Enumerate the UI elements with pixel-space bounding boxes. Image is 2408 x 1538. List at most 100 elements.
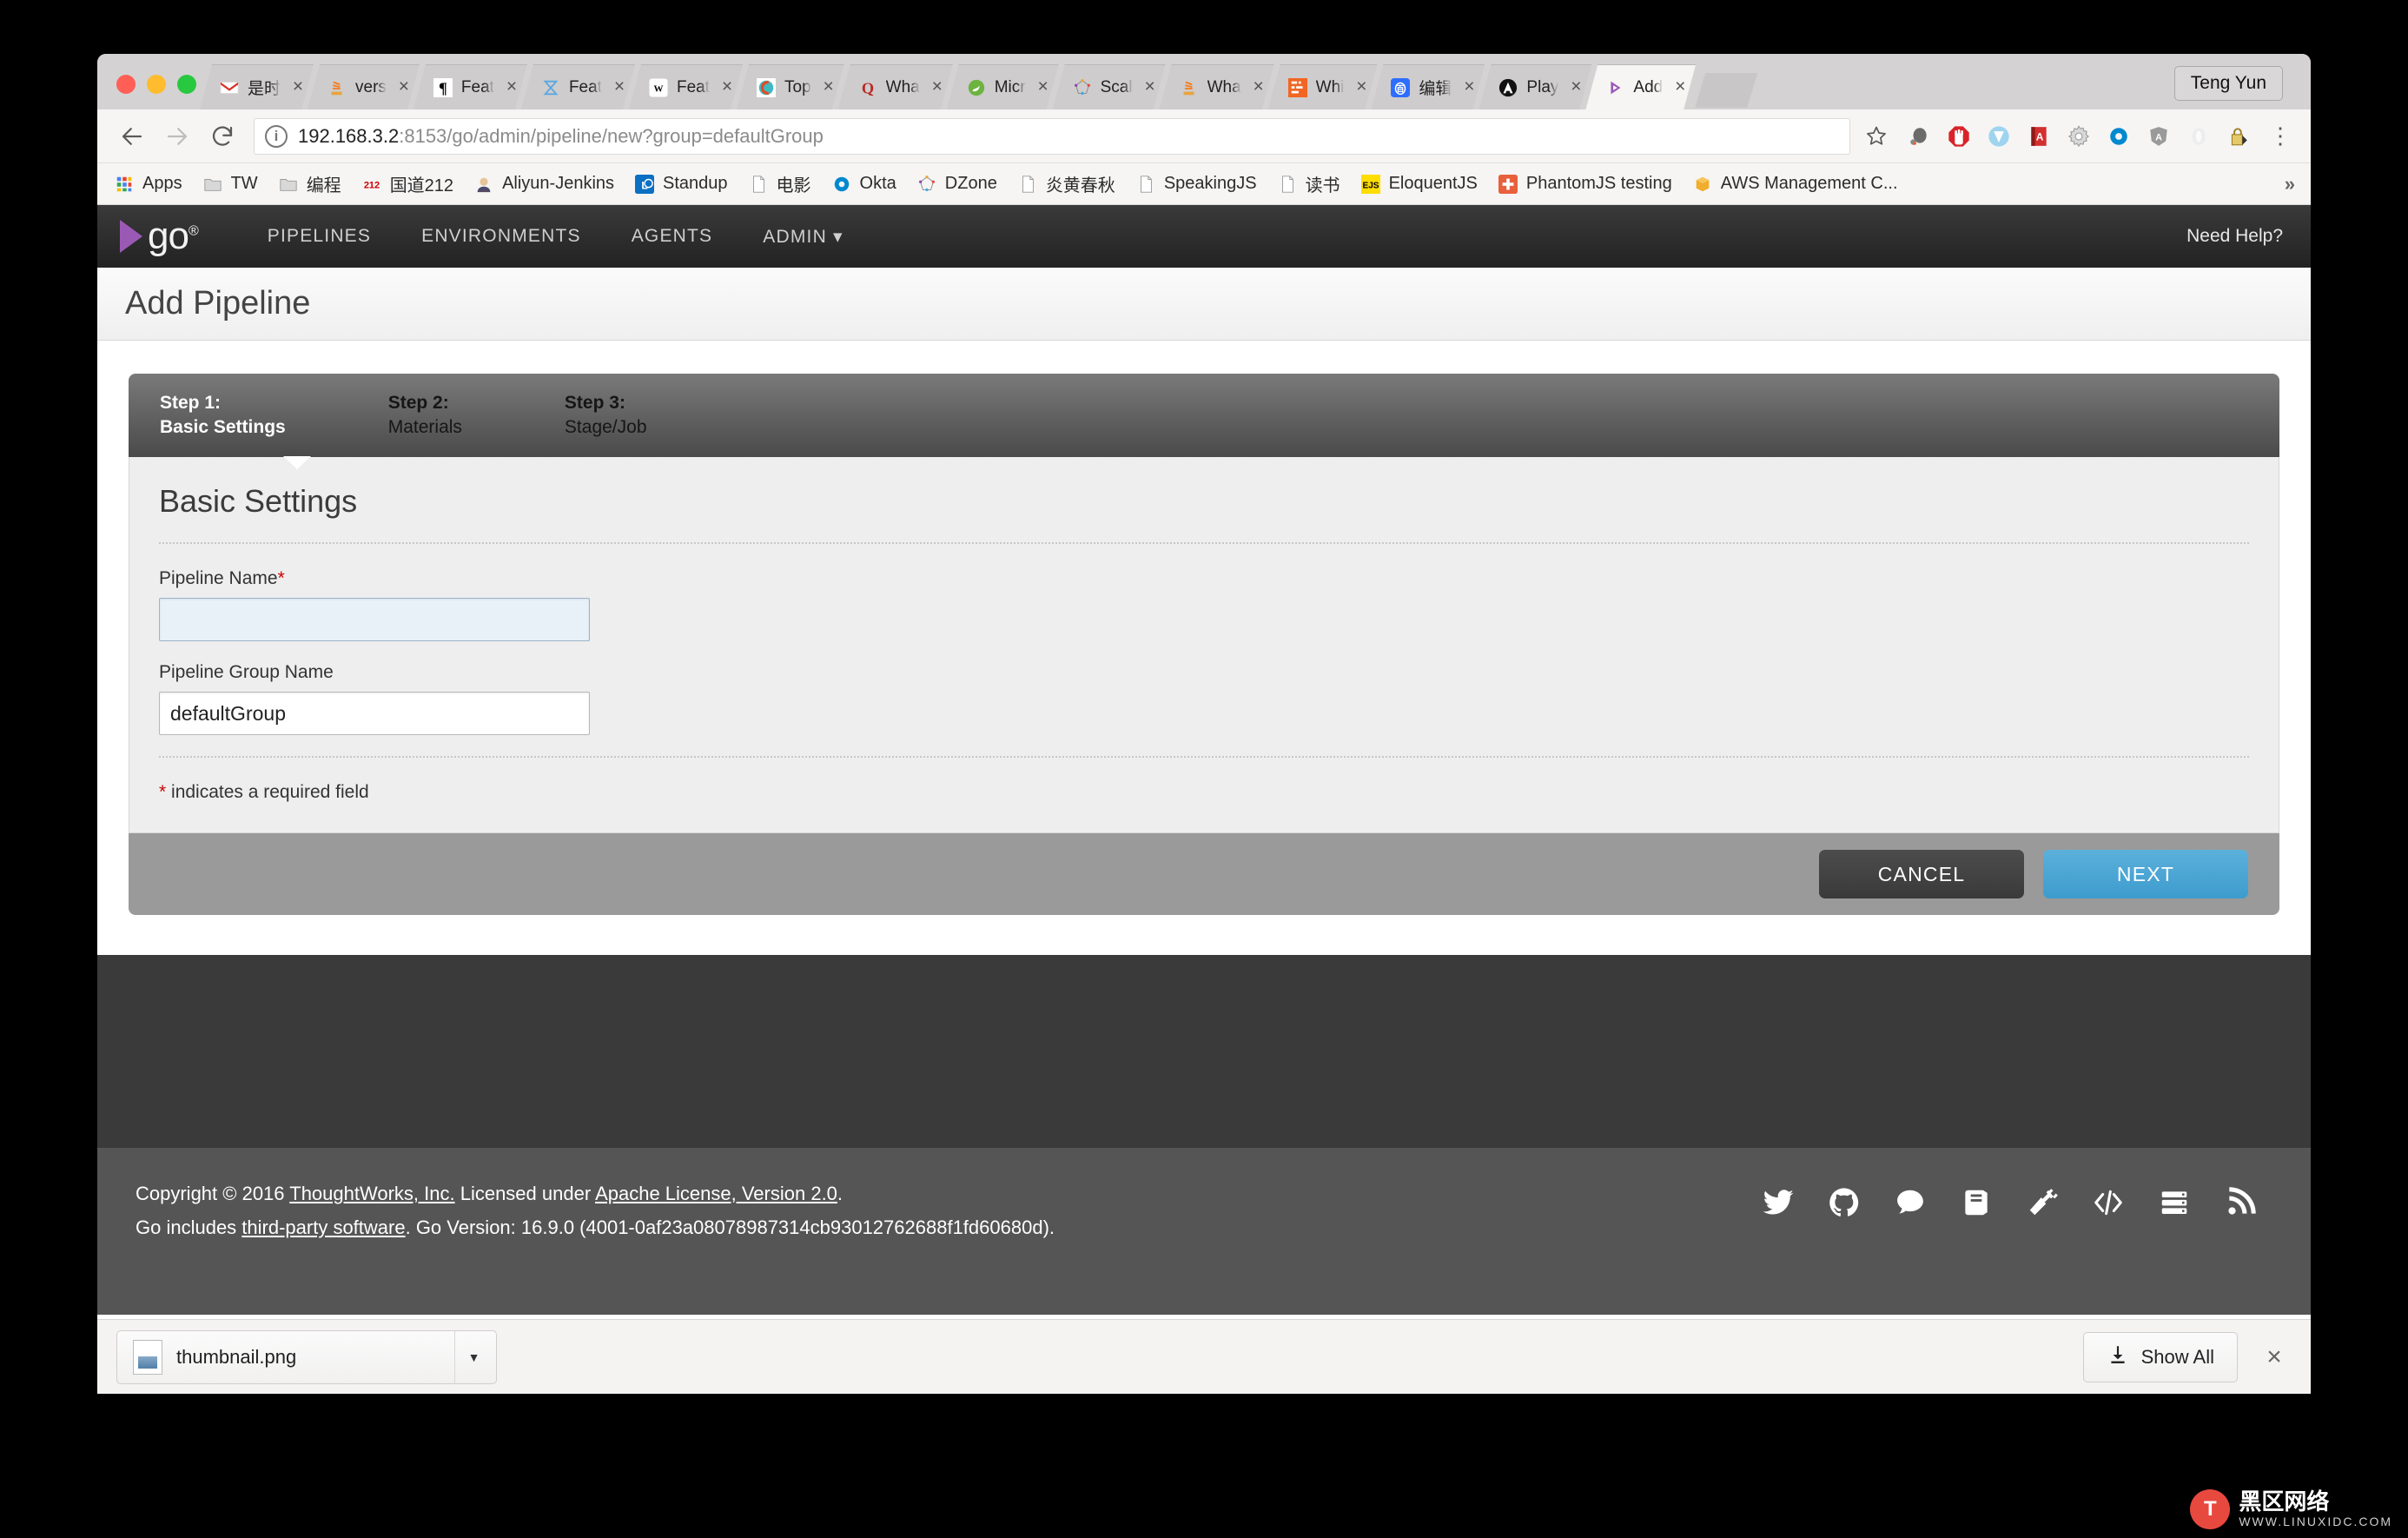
browser-tab[interactable]: Top × (737, 64, 844, 109)
tab-close-icon[interactable]: × (1250, 79, 1267, 96)
bookmark-item[interactable]: Apps (113, 173, 182, 196)
spring-icon (966, 77, 987, 98)
bookmarks-overflow-button[interactable]: » (2285, 173, 2295, 196)
maximize-window-button[interactable] (177, 75, 196, 94)
step-tab-stage-job[interactable]: Step 3: Stage/Job (565, 391, 647, 441)
tab-close-icon[interactable]: × (503, 79, 520, 96)
close-download-shelf-button[interactable]: × (2257, 1342, 2292, 1372)
bookmark-label: 电影 (776, 176, 811, 196)
vimeo-icon[interactable] (1986, 123, 2012, 149)
browser-tab[interactable]: Q Wha × (838, 64, 953, 109)
plugin-icon[interactable] (2024, 1184, 2061, 1221)
browser-tab[interactable]: Micr × (947, 64, 1059, 109)
thoughtworks-link[interactable]: ThoughtWorks, Inc. (289, 1183, 454, 1204)
new-tab-button[interactable] (1695, 73, 1757, 108)
bookmark-item[interactable]: PhantomJS testing (1497, 173, 1672, 196)
minimize-window-button[interactable] (147, 75, 166, 94)
tab-close-icon[interactable]: × (1035, 79, 1052, 96)
nav-item-pipelines[interactable]: PIPELINES (268, 226, 371, 247)
browser-tab-active[interactable]: Add × (1585, 64, 1696, 109)
reload-icon[interactable] (203, 117, 241, 156)
lastpass-icon[interactable] (2226, 123, 2252, 149)
star-icon[interactable] (1859, 118, 1894, 155)
okta-icon[interactable] (2106, 123, 2132, 149)
browser-tab[interactable]: Wha × (1160, 64, 1274, 109)
three-dot-menu-icon[interactable]: ⋮ (2269, 124, 2292, 146)
image-file-icon (133, 1339, 162, 1375)
tab-close-icon[interactable]: × (1567, 79, 1584, 96)
tab-close-icon[interactable]: × (820, 79, 837, 96)
rss-icon[interactable] (2222, 1184, 2259, 1221)
browser-tab[interactable]: 是时 × (200, 64, 314, 109)
close-window-button[interactable] (116, 75, 136, 94)
browser-tab[interactable]: W Feat × (629, 64, 743, 109)
page-icon (1016, 173, 1039, 196)
show-all-downloads-button[interactable]: Show All (2082, 1331, 2238, 1382)
github-icon[interactable] (1826, 1184, 1862, 1221)
bookmark-item[interactable]: TW (202, 173, 258, 196)
browser-tab[interactable]: Whi × (1268, 64, 1378, 109)
bookmark-item[interactable]: EJS EloquentJS (1359, 173, 1478, 196)
dictionary-icon[interactable]: A (2026, 123, 2052, 149)
pipeline-name-input[interactable] (159, 598, 590, 641)
bookmark-item[interactable]: 212 国道212 (361, 171, 454, 196)
svg-text:EJS: EJS (1362, 181, 1379, 190)
bookmark-item[interactable]: 读书 (1276, 171, 1340, 196)
ghost-icon[interactable] (2186, 123, 2212, 149)
tab-close-icon[interactable]: × (1353, 79, 1370, 96)
code-icon[interactable] (2090, 1184, 2127, 1221)
browser-tab[interactable]: Play × (1479, 64, 1591, 109)
apache-license-link[interactable]: Apache License, Version 2.0 (595, 1183, 837, 1204)
forward-arrow-icon[interactable] (158, 117, 196, 156)
twitter-icon[interactable] (1760, 1184, 1796, 1221)
bookmark-label: EloquentJS (1388, 174, 1478, 193)
profile-chip[interactable]: Teng Yun (2173, 66, 2283, 101)
next-button[interactable]: NEXT (2043, 850, 2248, 898)
server-icon[interactable] (2156, 1184, 2193, 1221)
tab-close-icon[interactable]: × (289, 79, 307, 96)
bookmark-item[interactable]: AWS Management C... (1691, 173, 1898, 196)
tab-close-icon[interactable]: × (929, 79, 946, 96)
chat-icon[interactable] (1892, 1184, 1928, 1221)
download-item[interactable]: thumbnail.png ▼ (116, 1329, 497, 1384)
bookmark-item[interactable]: 编程 (277, 171, 341, 196)
bookmark-item[interactable]: Aliyun-Jenkins (473, 173, 614, 196)
address-bar[interactable]: i 192.168.3.2 :8153/go/admin/pipeline/ne… (254, 117, 1850, 155)
tab-close-icon[interactable]: × (718, 79, 736, 96)
cancel-button[interactable]: CANCEL (1819, 850, 2024, 898)
adblock-icon[interactable] (1946, 123, 1972, 149)
nav-item-admin[interactable]: ADMIN ▾ (763, 226, 843, 248)
book-icon[interactable] (1958, 1184, 1995, 1221)
bookmark-item[interactable]: L Standup (633, 173, 728, 196)
pipeline-group-input[interactable] (159, 692, 590, 735)
evernote-icon[interactable] (1906, 123, 1932, 149)
bookmark-item[interactable]: SpeakingJS (1135, 173, 1257, 196)
browser-tab[interactable]: vers × (308, 64, 420, 109)
bookmark-item[interactable]: Okta (830, 173, 896, 196)
browser-tab[interactable]: Feat × (521, 64, 635, 109)
gear-icon[interactable] (2066, 123, 2092, 149)
tab-close-icon[interactable]: × (611, 79, 628, 96)
nav-item-environments[interactable]: ENVIRONMENTS (421, 226, 581, 247)
ejs-icon: EJS (1359, 173, 1382, 196)
step-tab-materials[interactable]: Step 2: Materials (388, 391, 462, 441)
bookmark-item[interactable]: DZone (916, 173, 997, 196)
browser-tab[interactable]: 百 编辑 × (1371, 64, 1485, 109)
tab-close-icon[interactable]: × (1671, 79, 1689, 96)
gocd-logo[interactable]: go® (120, 217, 199, 255)
browser-tab[interactable]: Scal × (1053, 64, 1166, 109)
tab-close-icon[interactable]: × (1141, 79, 1159, 96)
chevron-down-icon[interactable]: ▼ (454, 1329, 493, 1384)
browser-tab[interactable]: ¶ Feat × (413, 64, 527, 109)
bookmark-item[interactable]: 电影 (747, 171, 811, 196)
back-arrow-icon[interactable] (113, 117, 151, 156)
step-tab-basic-settings[interactable]: Step 1: Basic Settings (160, 391, 286, 441)
tab-close-icon[interactable]: × (1460, 79, 1478, 96)
third-party-software-link[interactable]: third-party software (241, 1216, 405, 1238)
gocd-main-nav: PIPELINES ENVIRONMENTS AGENTS ADMIN ▾ (268, 226, 843, 248)
tab-close-icon[interactable]: × (395, 79, 413, 96)
angular-icon[interactable]: A (2146, 123, 2172, 149)
nav-item-agents[interactable]: AGENTS (632, 226, 713, 247)
need-help-link[interactable]: Need Help? (2186, 226, 2283, 247)
bookmark-item[interactable]: 炎黄春秋 (1016, 171, 1115, 196)
